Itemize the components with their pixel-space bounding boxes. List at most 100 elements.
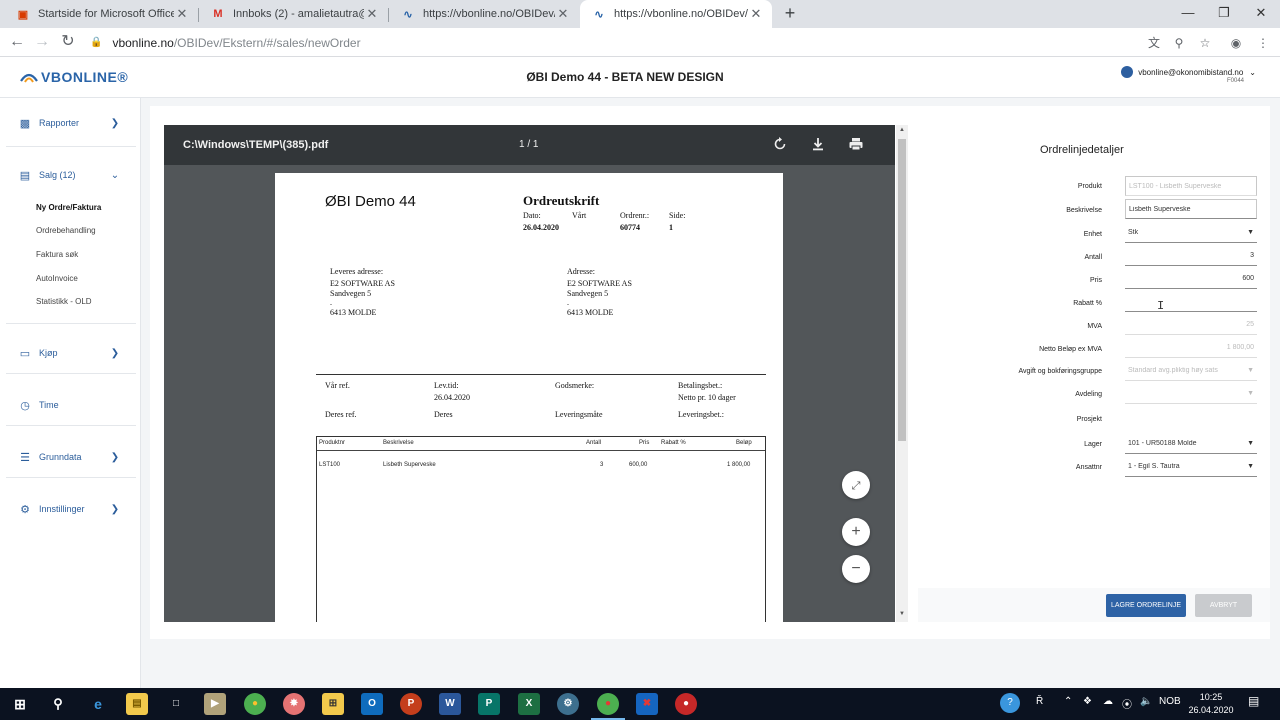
browser-tab-office[interactable]: ▣ Startside for Microsoft Office ✕ — [4, 0, 198, 28]
excel-icon[interactable]: X — [518, 693, 540, 715]
produkt-field[interactable]: LST100 - Lisbeth Superveske — [1125, 176, 1257, 196]
rabatt-field[interactable] — [1125, 292, 1257, 312]
chevron-down-icon: ⌄ — [110, 169, 120, 181]
sidebar-subitem-statistikk[interactable]: Statistikk - OLD — [36, 297, 92, 306]
word-icon[interactable]: W — [439, 693, 461, 715]
sidebar-item-kjop[interactable]: ▭ Kjøp ❯ — [0, 343, 141, 363]
calculator-icon[interactable]: ⊞ — [322, 693, 344, 715]
sidebar-divider — [6, 323, 136, 324]
chrome-icon[interactable]: ● — [244, 693, 266, 715]
lager-select[interactable]: 101 - UR50188 Molde ▼ — [1125, 434, 1257, 454]
beskrivelse-field[interactable]: Lisbeth Superveske — [1125, 199, 1257, 219]
chevron-down-icon[interactable]: ⌄ — [1249, 68, 1256, 77]
browser-tab-vbonline-2[interactable]: ∿ https://vbonline.no/OBIDev/Ekst ✕ — [580, 0, 772, 28]
back-icon[interactable]: ← — [5, 31, 29, 55]
close-icon[interactable]: ✕ — [364, 6, 380, 22]
outlook-icon[interactable]: O — [361, 693, 383, 715]
doc-adresse-line: . — [567, 298, 569, 307]
dropbox-icon[interactable]: ❖ — [1083, 696, 1092, 707]
wifi-icon[interactable]: ⦿ — [1122, 696, 1132, 711]
close-icon[interactable]: ✕ — [174, 6, 190, 22]
browser-tab-gmail[interactable]: M Innboks (2) - amalietautra@gma ✕ — [199, 0, 388, 28]
search-icon[interactable]: ⚲ — [47, 693, 69, 715]
enhet-select[interactable]: Stk ▼ — [1125, 223, 1257, 243]
reload-icon[interactable]: ↻ — [56, 31, 80, 55]
sidebar-divider — [6, 373, 136, 374]
zoom-out-button[interactable]: − — [842, 555, 870, 583]
download-icon[interactable] — [810, 136, 826, 152]
sidebar-item-rapporter[interactable]: ▩ Rapporter ❯ — [0, 113, 141, 133]
field-label: Pris — [1089, 277, 1102, 284]
chrome-icon[interactable]: ● — [597, 693, 619, 715]
doc-leveres-line: E2 SOFTWARE AS — [330, 279, 395, 288]
browser-tab-vbonline-1[interactable]: ∿ https://vbonline.no/OBIDev/#/ac ✕ — [389, 0, 579, 28]
scrollbar-thumb[interactable] — [898, 139, 906, 441]
zoom-in-button[interactable]: + — [842, 518, 870, 546]
cancel-button[interactable]: AVBRYT — [1195, 594, 1252, 617]
doc-adresse-line: E2 SOFTWARE AS — [567, 279, 632, 288]
lock-icon[interactable]: 🔒 — [90, 37, 102, 48]
doc-deres-ref: Deres ref. — [325, 410, 357, 419]
steam-icon[interactable]: ⚙ — [557, 693, 579, 715]
doc-leveres-line: 6413 MOLDE — [330, 308, 377, 317]
antall-field[interactable]: 3 — [1125, 246, 1257, 266]
prosjekt-field[interactable] — [1125, 408, 1257, 428]
close-icon[interactable]: ✕ — [748, 6, 764, 22]
app-icon[interactable]: ✖ — [636, 693, 658, 715]
cloud-icon[interactable]: ☁ — [1103, 696, 1113, 707]
volume-icon[interactable]: 🔈 — [1140, 696, 1152, 707]
forward-icon[interactable]: → — [30, 31, 54, 55]
rotate-icon[interactable] — [772, 136, 788, 152]
sidebar-subitem-ny-ordre[interactable]: Ny Ordre/Faktura — [36, 203, 101, 212]
sidebar-divider — [6, 425, 136, 426]
chevron-up-icon[interactable]: ⌃ — [1064, 696, 1072, 707]
powerpoint-icon[interactable]: P — [400, 693, 422, 715]
sidebar-subitem-autoinvoice[interactable]: AutoInvoice — [36, 274, 78, 283]
bookmark-star-icon[interactable]: ☆ — [1196, 34, 1214, 52]
sidebar-subitem-faktura-sok[interactable]: Faktura søk — [36, 250, 78, 259]
sidebar-item-innstillinger[interactable]: ⚙ Innstillinger ❯ — [0, 499, 141, 519]
language-indicator[interactable]: NOB — [1159, 696, 1181, 707]
ansattnr-select[interactable]: 1 - Egil S. Tautra ▼ — [1125, 457, 1257, 477]
dropdown-arrow-icon: ▼ — [1247, 229, 1254, 236]
pris-field[interactable]: 600 — [1125, 269, 1257, 289]
taskbar-clock[interactable]: 10:25 26.04.2020 — [1186, 691, 1236, 717]
sidebar-item-salg[interactable]: ▤ Salg (12) ⌄ — [0, 165, 141, 185]
maximize-icon[interactable]: ❐ — [1207, 0, 1241, 28]
new-tab-button[interactable]: + — [780, 4, 800, 24]
windows-start-icon[interactable]: ⊞ — [9, 693, 31, 715]
publisher-icon[interactable]: P — [478, 693, 500, 715]
doc-leveres-label: Leveres adresse: — [330, 267, 384, 276]
store-icon[interactable]: □ — [165, 693, 187, 715]
translate-icon[interactable]: 文 — [1145, 34, 1163, 52]
close-icon[interactable]: ✕ — [555, 6, 571, 22]
chevron-right-icon: ❯ — [110, 347, 120, 359]
pdf-viewer[interactable]: C:\Windows\TEMP\(385).pdf 1 / 1 ØBI Demo… — [164, 125, 895, 622]
minimize-icon[interactable]: — — [1171, 0, 1205, 28]
close-window-icon[interactable]: ✕ — [1244, 0, 1278, 28]
media-player-icon[interactable]: ▶ — [204, 693, 226, 715]
sidebar-item-time[interactable]: ◷ Time — [0, 395, 141, 415]
scroll-down-icon[interactable]: ▼ — [898, 611, 906, 617]
file-explorer-icon[interactable]: ▤ — [126, 693, 148, 715]
pdf-scrollbar[interactable]: ▲ ▼ — [896, 125, 908, 622]
sidebar-item-grunndata[interactable]: ☰ Grunndata ❯ — [0, 447, 141, 467]
scroll-up-icon[interactable]: ▲ — [898, 127, 906, 133]
sidebar-subitem-ordrebehandling[interactable]: Ordrebehandling — [36, 226, 96, 235]
profile-avatar-icon[interactable]: ◉ — [1227, 34, 1245, 52]
zoom-icon[interactable]: ⚲ — [1170, 34, 1188, 52]
menu-dots-icon[interactable]: ⋮ — [1254, 34, 1272, 52]
tab-title: https://vbonline.no/OBIDev/#/ac — [423, 8, 555, 20]
pen-icon[interactable]: Ř — [1036, 696, 1043, 707]
print-icon[interactable] — [848, 136, 864, 152]
help-icon[interactable]: ? — [1000, 693, 1020, 713]
user-menu[interactable]: vbonline@okonomibistand.no ⌄ F0044 — [1121, 66, 1256, 84]
snip-tool-icon[interactable]: ✸ — [283, 693, 305, 715]
record-icon[interactable]: ● — [675, 693, 697, 715]
address-bar[interactable]: 🔒 vbonline.no /OBIDev/Ekstern/#/sales/ne… — [90, 32, 1140, 53]
notifications-icon[interactable]: ▤ — [1248, 694, 1259, 708]
vbonline-icon: ∿ — [594, 8, 604, 21]
save-orderline-button[interactable]: LAGRE ORDRELINJE — [1106, 594, 1186, 617]
edge-icon[interactable]: e — [87, 693, 109, 715]
fit-page-button[interactable]: ⤢ — [842, 471, 870, 499]
